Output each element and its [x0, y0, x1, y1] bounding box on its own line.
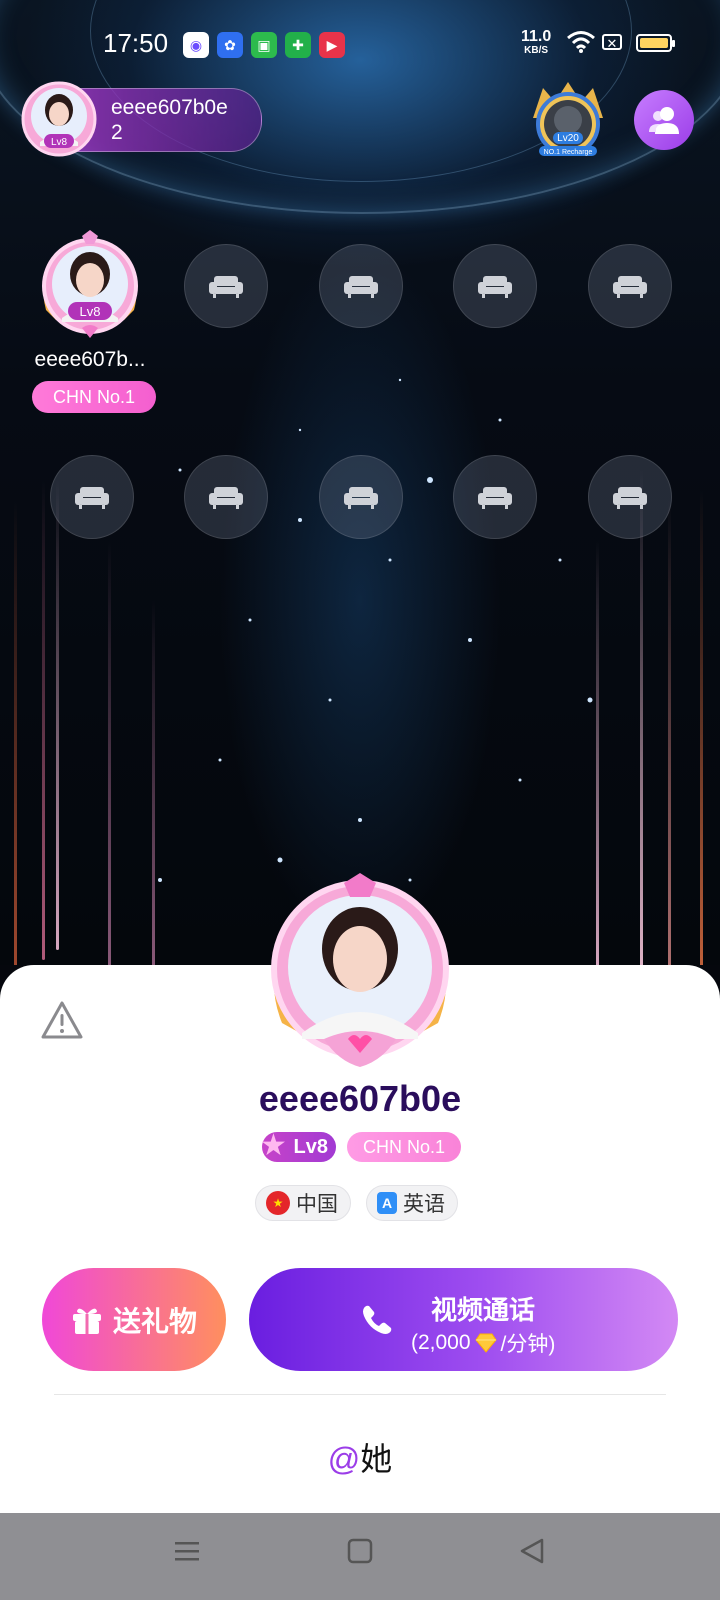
notification-icons: ◉ ✿ ▣ ✚ ▶: [183, 32, 345, 58]
level-badge: ★ Lv8: [260, 1129, 336, 1162]
empty-seat-2[interactable]: [184, 244, 268, 328]
home-icon[interactable]: [346, 1537, 374, 1565]
baidu-icon: ✿: [217, 32, 243, 58]
shield-app-icon: ✚: [285, 32, 311, 58]
net-speed-unit: KB/S: [524, 45, 549, 56]
sofa-icon: [478, 487, 512, 509]
country-tag: ★ 中国: [255, 1185, 351, 1221]
sofa-icon: [75, 487, 109, 509]
wifi-icon: [567, 31, 595, 53]
host-name: eeee607b0e 2: [111, 95, 228, 145]
empty-seat-7[interactable]: [184, 455, 268, 539]
video-call-button[interactable]: 视频通话 (2,000 /分钟): [249, 1268, 678, 1371]
badge-level: Lv20: [557, 133, 579, 144]
video-call-label: 视频通话: [431, 1295, 536, 1325]
host-level: Lv8: [51, 137, 68, 148]
no-sim-icon: ✕: [602, 34, 622, 51]
rank-badge[interactable]: Lv20 NO.1 Recharge: [525, 78, 611, 164]
status-time: 17:50: [103, 28, 169, 58]
users-icon: [649, 107, 679, 134]
rank-badge-chip: CHN No.1: [347, 1132, 461, 1162]
call-price-prefix: (2,000: [411, 1331, 471, 1354]
video-app-icon: ▶: [319, 32, 345, 58]
sofa-icon: [478, 276, 512, 298]
status-bar: 17:50 ◉ ✿ ▣ ✚ ▶ 11.0 KB/S ✕: [0, 24, 720, 64]
back-icon[interactable]: [518, 1537, 546, 1565]
battery-icon: [636, 34, 675, 52]
language-label: 英语: [403, 1193, 445, 1216]
language-tag: A 英语: [366, 1185, 458, 1221]
profile-avatar[interactable]: [262, 873, 458, 1069]
mention-button[interactable]: @她: [0, 1434, 720, 1480]
badge-caption: NO.1 Recharge: [544, 149, 593, 156]
empty-seat-5[interactable]: [588, 244, 672, 328]
empty-seat-8[interactable]: [319, 455, 403, 539]
call-price-suffix: /分钟): [500, 1333, 556, 1356]
phone-icon: [363, 1305, 392, 1334]
system-nav-bar: [0, 1513, 720, 1600]
sofa-icon: [344, 487, 378, 509]
net-speed-value: 11.0: [521, 28, 552, 45]
star-icon: ★: [260, 1129, 287, 1162]
sofa-icon: [209, 276, 243, 298]
report-warning-icon[interactable]: [40, 1000, 84, 1040]
sofa-icon: [613, 487, 647, 509]
send-gift-button[interactable]: 送礼物: [42, 1268, 226, 1371]
gift-icon: [72, 1308, 101, 1334]
sofa-icon: [613, 276, 647, 298]
profile-name: eeee607b0e: [258, 1078, 462, 1119]
empty-seat-6[interactable]: [50, 455, 134, 539]
menu-icon[interactable]: [173, 1537, 201, 1565]
country-label: 中国: [296, 1193, 338, 1216]
send-gift-label: 送礼物: [112, 1305, 197, 1337]
seat-occupied-avatar[interactable]: Lv8: [36, 230, 144, 342]
empty-seat-3[interactable]: [319, 244, 403, 328]
china-flag-icon: ★: [266, 1191, 290, 1215]
translate-icon: A: [377, 1192, 397, 1214]
at-symbol: @: [327, 1441, 361, 1477]
diamond-icon: [474, 1333, 497, 1353]
online-users-button[interactable]: [634, 90, 694, 150]
empty-seat-10[interactable]: [588, 455, 672, 539]
host-name-line1: eeee607b0e: [111, 96, 228, 119]
empty-seat-9[interactable]: [453, 455, 537, 539]
mention-label: 她: [360, 1441, 393, 1477]
sofa-icon: [209, 487, 243, 509]
empty-seat-4[interactable]: [453, 244, 537, 328]
seat-user-name: eeee607b...: [34, 348, 146, 371]
divider: [54, 1394, 666, 1395]
seat-level: Lv8: [80, 304, 101, 319]
host-name-line2: 2: [111, 121, 123, 144]
seat-rank-chip: CHN No.1: [32, 381, 156, 413]
call-price: (2,000 /分钟): [411, 1328, 555, 1358]
market-icon: ▣: [251, 32, 277, 58]
host-avatar[interactable]: Lv8: [20, 80, 98, 158]
sofa-icon: [344, 276, 378, 298]
level-text: Lv8: [293, 1135, 328, 1158]
nfc-app-icon: ◉: [183, 32, 209, 58]
net-speed: 11.0 KB/S: [521, 28, 552, 58]
